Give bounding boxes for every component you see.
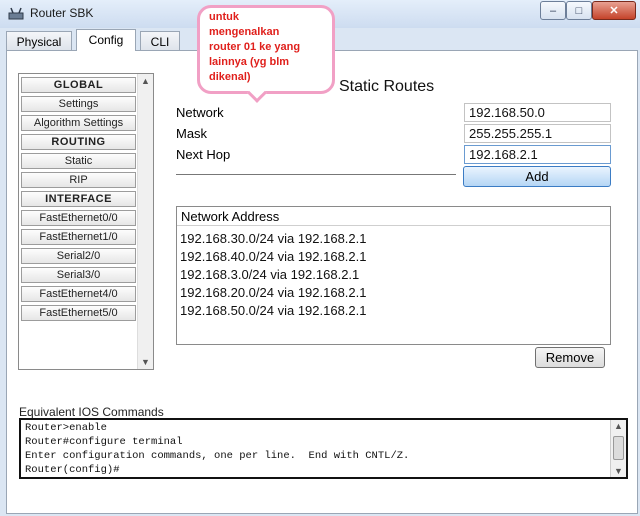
sidebar-item-static[interactable]: Static xyxy=(21,153,136,169)
form-separator xyxy=(176,174,456,175)
scroll-up-icon[interactable]: ▲ xyxy=(141,76,150,86)
sidebar-scrollbar[interactable]: ▲ ▼ xyxy=(137,74,153,369)
route-list-header: Network Address xyxy=(177,207,610,226)
close-button[interactable]: ✕ xyxy=(592,1,636,20)
router-app-icon xyxy=(8,7,24,20)
ios-commands-label: Equivalent IOS Commands xyxy=(19,405,164,419)
sidebar-item-fastethernet1-0[interactable]: FastEthernet1/0 xyxy=(21,229,136,245)
sidebar-item-settings[interactable]: Settings xyxy=(21,96,136,112)
console-line: Router#configure terminal xyxy=(25,436,183,448)
window-title: Router SBK xyxy=(30,6,94,20)
network-input[interactable] xyxy=(464,103,611,122)
route-row[interactable]: 192.168.20.0/24 via 192.168.2.1 xyxy=(180,285,367,300)
console-line: Router(config)# xyxy=(25,464,120,476)
remove-route-button[interactable]: Remove xyxy=(535,347,605,368)
annotation-callout: untuk mengenalkan router 01 ke yang lain… xyxy=(197,5,335,103)
sidebar-item-fastethernet5-0[interactable]: FastEthernet5/0 xyxy=(21,305,136,321)
route-list[interactable]: Network Address 192.168.30.0/24 via 192.… xyxy=(176,206,611,345)
scroll-down-icon[interactable]: ▼ xyxy=(141,357,150,367)
scroll-thumb[interactable] xyxy=(613,436,624,460)
maximize-button[interactable]: □ xyxy=(566,1,592,20)
mask-label: Mask xyxy=(176,126,208,141)
minimize-button[interactable]: – xyxy=(540,1,566,20)
annotation-text: untuk mengenalkan router 01 ke yang lain… xyxy=(209,11,301,83)
sidebar-header-routing[interactable]: ROUTING xyxy=(21,134,136,150)
mask-input[interactable] xyxy=(464,124,611,143)
route-row[interactable]: 192.168.3.0/24 via 192.168.2.1 xyxy=(180,267,359,282)
config-sidebar: GLOBAL Settings Algorithm Settings ROUTI… xyxy=(18,73,154,370)
add-route-button[interactable]: Add xyxy=(463,166,611,187)
section-title: Static Routes xyxy=(339,78,435,95)
next-hop-label: Next Hop xyxy=(176,147,231,162)
next-hop-input[interactable] xyxy=(464,145,611,164)
tab-config[interactable]: Config xyxy=(76,29,136,51)
sidebar-item-algorithm-settings[interactable]: Algorithm Settings xyxy=(21,115,136,131)
ios-console[interactable]: Router>enable Router#configure terminal … xyxy=(19,418,628,479)
sidebar-item-rip[interactable]: RIP xyxy=(21,172,136,188)
tab-physical[interactable]: Physical xyxy=(6,31,72,51)
sidebar-item-serial3-0[interactable]: Serial3/0 xyxy=(21,267,136,283)
tab-cli[interactable]: CLI xyxy=(140,31,180,51)
sidebar-item-fastethernet4-0[interactable]: FastEthernet4/0 xyxy=(21,286,136,302)
scroll-up-icon[interactable]: ▲ xyxy=(614,421,623,431)
sidebar-header-interface[interactable]: INTERFACE xyxy=(21,191,136,207)
sidebar-item-fastethernet0-0[interactable]: FastEthernet0/0 xyxy=(21,210,136,226)
console-scrollbar[interactable]: ▲ ▼ xyxy=(610,420,626,477)
console-line: Enter configuration commands, one per li… xyxy=(25,450,410,462)
sidebar-header-global[interactable]: GLOBAL xyxy=(21,77,136,93)
route-row[interactable]: 192.168.30.0/24 via 192.168.2.1 xyxy=(180,231,367,246)
console-line: Router>enable xyxy=(25,422,107,434)
network-label: Network xyxy=(176,105,224,120)
sidebar-item-serial2-0[interactable]: Serial2/0 xyxy=(21,248,136,264)
scroll-down-icon[interactable]: ▼ xyxy=(614,466,623,476)
route-row[interactable]: 192.168.50.0/24 via 192.168.2.1 xyxy=(180,303,367,318)
route-row[interactable]: 192.168.40.0/24 via 192.168.2.1 xyxy=(180,249,367,264)
